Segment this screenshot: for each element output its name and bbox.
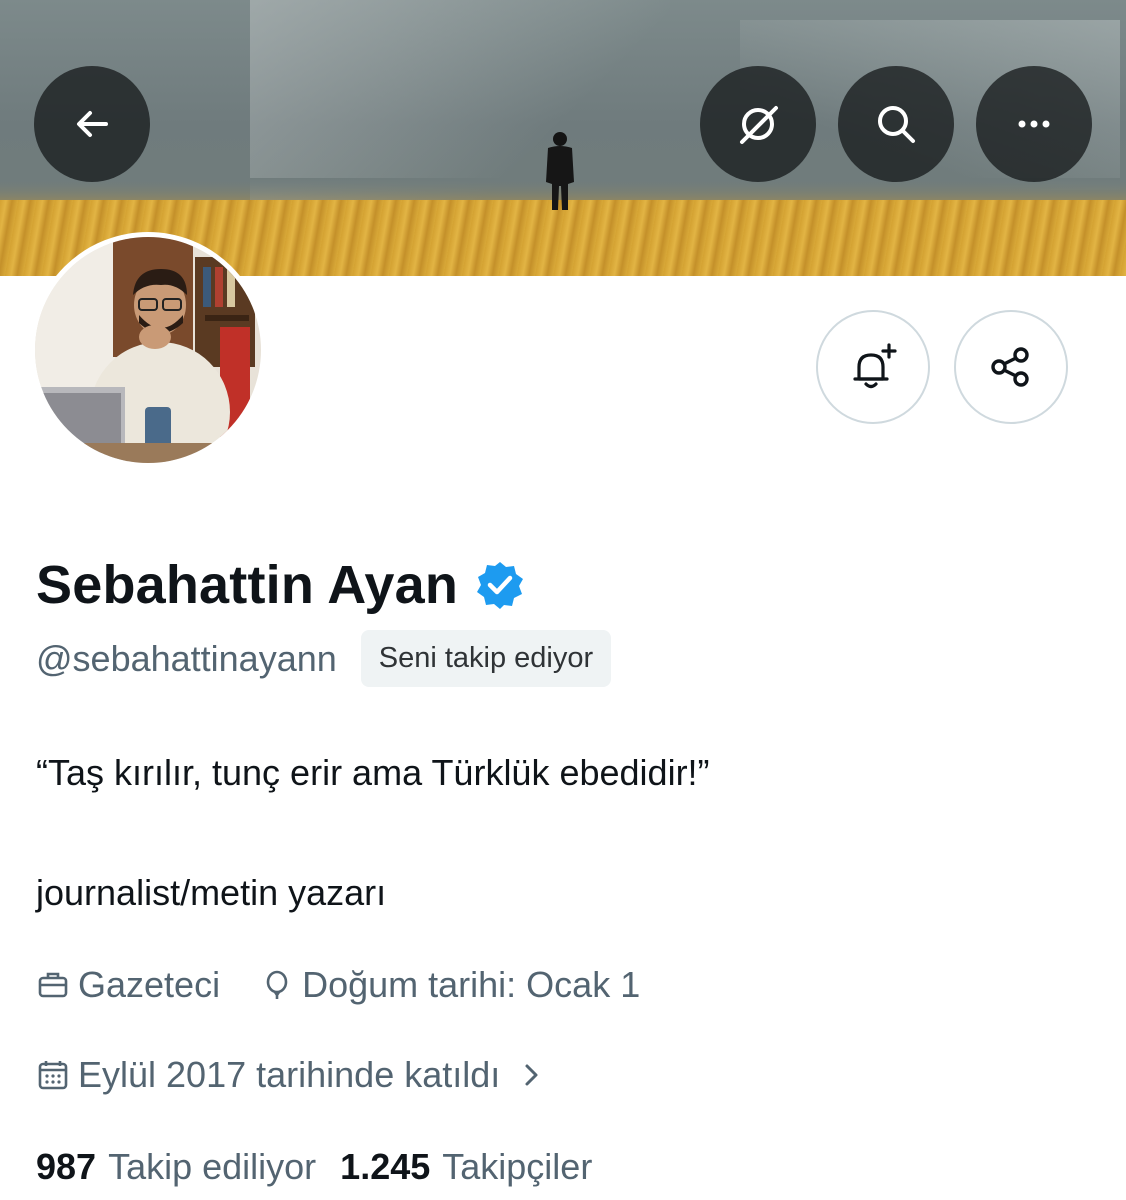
back-button[interactable]	[34, 66, 150, 182]
username-handle: @sebahattinayann	[36, 637, 337, 679]
name-row: Sebahattin Ayan	[36, 554, 526, 616]
bio-quote: “Taş kırılır, tunç erir ama Türklük ebed…	[36, 752, 710, 793]
follows-you-badge: Seni takip ediyor	[360, 630, 612, 687]
search-button[interactable]	[838, 66, 954, 182]
banner-figure	[546, 132, 574, 210]
grok-button[interactable]	[700, 66, 816, 182]
arrow-left-icon	[77, 111, 108, 137]
avatar-photo	[35, 237, 261, 463]
following-link[interactable]: 987 Takip ediliyor	[36, 1146, 316, 1188]
more-button[interactable]	[976, 66, 1092, 182]
avatar[interactable]	[30, 232, 266, 468]
more-icon	[1018, 120, 1050, 128]
share-button[interactable]	[954, 310, 1068, 424]
banner-texture	[250, 0, 670, 200]
profile-meta: Gazeteci Doğum tarihi: Ocak 1	[36, 964, 680, 1006]
followers-link[interactable]: 1.245 Takipçiler	[340, 1146, 592, 1188]
briefcase-icon	[38, 972, 68, 998]
balloon-icon	[266, 970, 288, 999]
profession-label: Gazeteci	[78, 964, 221, 1005]
bio-line: journalist/metin yazarı	[36, 872, 387, 913]
handle-row: @sebahattinayann Seni takip ediyor	[36, 630, 612, 687]
notify-button[interactable]	[816, 310, 930, 424]
birthday-label: Doğum tarihi: Ocak 1	[302, 964, 641, 1005]
search-icon	[878, 106, 915, 143]
joined-date-link[interactable]: Eylül 2017 tarihinde katıldı	[36, 1054, 546, 1096]
profession-item: Gazeteci	[36, 964, 220, 1006]
following-label: Takip ediliyor	[108, 1146, 317, 1187]
chevron-right-icon	[525, 1064, 538, 1086]
followers-label: Takipçiler	[442, 1146, 593, 1187]
bell-plus-icon	[853, 343, 897, 389]
verified-badge-icon[interactable]	[474, 559, 526, 611]
share-icon	[991, 347, 1029, 387]
follow-stats: 987 Takip ediliyor 1.245 Takipçiler	[36, 1146, 616, 1188]
grok-icon	[740, 106, 778, 144]
display-name: Sebahattin Ayan	[36, 555, 459, 615]
birthday-item: Doğum tarihi: Ocak 1	[260, 964, 640, 1006]
joined-label: Eylül 2017 tarihinde katıldı	[78, 1054, 501, 1095]
calendar-icon	[38, 1061, 68, 1090]
following-count: 987	[36, 1146, 97, 1187]
followers-count: 1.245	[340, 1146, 431, 1187]
